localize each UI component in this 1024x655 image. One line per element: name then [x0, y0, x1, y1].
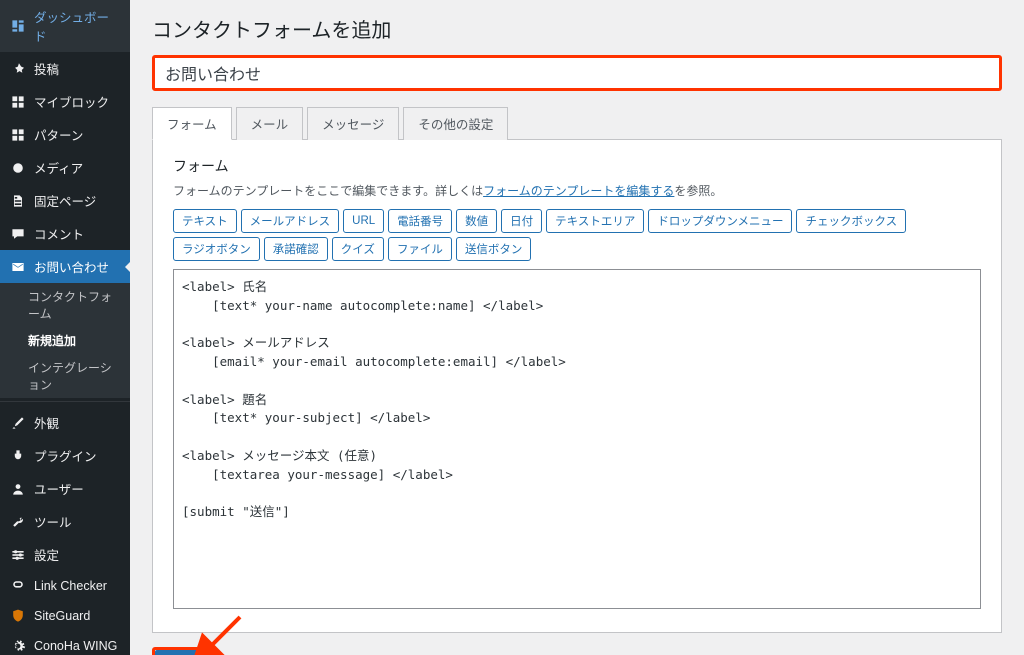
tabs: フォームメールメッセージその他の設定 — [152, 107, 1002, 140]
menu-item-brush[interactable]: 外観 — [0, 406, 130, 439]
menu-item-link[interactable]: Link Checker — [0, 571, 130, 601]
menu-item-grid[interactable]: マイブロック — [0, 85, 130, 118]
submenu-item[interactable]: 新規追加 — [0, 327, 130, 354]
menu-label: お問い合わせ — [34, 257, 109, 276]
menu-label: 外観 — [34, 413, 59, 432]
menu-label: 設定 — [34, 545, 59, 564]
shield-icon — [10, 608, 26, 624]
tool-icon — [10, 514, 26, 530]
menu-label: ユーザー — [34, 479, 84, 498]
admin-sidebar: ダッシュボード投稿マイブロックパターンメディア固定ページコメントお問い合わせ コ… — [0, 0, 130, 655]
tag-button[interactable]: チェックボックス — [796, 209, 906, 233]
menu-label: メディア — [34, 158, 83, 177]
tag-button[interactable]: ファイル — [388, 237, 452, 261]
menu-item-media[interactable]: メディア — [0, 151, 130, 184]
menu-label: Link Checker — [34, 579, 107, 593]
menu-item-gear[interactable]: ConoHa WING — [0, 631, 130, 655]
tab-2[interactable]: メッセージ — [307, 107, 399, 140]
menu-label: コメント — [34, 224, 84, 243]
form-title-input[interactable] — [155, 58, 999, 88]
comment-icon — [10, 226, 26, 242]
menu-item-comment[interactable]: コメント — [0, 217, 130, 250]
submenu-item[interactable]: インテグレーション — [0, 354, 130, 398]
submenu-item[interactable]: コンタクトフォーム — [0, 283, 130, 327]
grid-icon — [10, 127, 26, 143]
grid-icon — [10, 94, 26, 110]
tag-button[interactable]: ドロップダウンメニュー — [648, 209, 792, 233]
menu-label: 投稿 — [34, 59, 59, 78]
menu-item-user[interactable]: ユーザー — [0, 472, 130, 505]
sliders-icon — [10, 547, 26, 563]
menu-label: ダッシュボード — [34, 7, 120, 45]
title-highlight-box — [152, 55, 1002, 91]
mail-icon — [10, 259, 26, 275]
media-icon — [10, 160, 26, 176]
page-title: コンタクトフォームを追加 — [152, 14, 1002, 43]
menu-item-plug[interactable]: プラグイン — [0, 439, 130, 472]
panel-heading: フォーム — [173, 156, 981, 176]
tag-button[interactable]: ラジオボタン — [173, 237, 260, 261]
tag-button[interactable]: 承諾確認 — [264, 237, 328, 261]
panel-description: フォームのテンプレートをここで編集できます。詳しくはフォームのテンプレートを編集… — [173, 182, 981, 199]
menu-label: SiteGuard — [34, 609, 90, 623]
menu-label: マイブロック — [34, 92, 109, 111]
tag-button[interactable]: メールアドレス — [241, 209, 340, 233]
menu-label: パターン — [34, 125, 83, 144]
menu-item-sliders[interactable]: 設定 — [0, 538, 130, 571]
page-icon — [10, 193, 26, 209]
menu-label: プラグイン — [34, 446, 97, 465]
menu-label: ConoHa WING — [34, 639, 117, 653]
menu-item-grid[interactable]: パターン — [0, 118, 130, 151]
dashboard-icon — [10, 18, 26, 34]
tag-button[interactable]: テキストエリア — [546, 209, 644, 233]
tag-button[interactable]: 電話番号 — [388, 209, 452, 233]
tag-button[interactable]: 日付 — [501, 209, 542, 233]
tag-button[interactable]: URL — [343, 209, 384, 233]
menu-item-tool[interactable]: ツール — [0, 505, 130, 538]
menu-label: 固定ページ — [34, 191, 96, 210]
template-help-link[interactable]: フォームのテンプレートを編集する — [483, 184, 674, 198]
gear-icon — [10, 638, 26, 654]
menu-item-dashboard[interactable]: ダッシュボード — [0, 0, 130, 52]
annotation-arrow-icon — [192, 611, 248, 655]
tag-button[interactable]: テキスト — [173, 209, 237, 233]
menu-label: ツール — [34, 512, 72, 531]
tag-button[interactable]: 数値 — [456, 209, 497, 233]
brush-icon — [10, 415, 26, 431]
menu-item-pin[interactable]: 投稿 — [0, 52, 130, 85]
tag-buttons-row: テキストメールアドレスURL電話番号数値日付テキストエリアドロップダウンメニュー… — [173, 209, 981, 261]
form-panel: フォーム フォームのテンプレートをここで編集できます。詳しくはフォームのテンプレ… — [152, 140, 1002, 633]
user-icon — [10, 481, 26, 497]
form-template-textarea[interactable] — [173, 269, 981, 609]
tab-0[interactable]: フォーム — [152, 107, 232, 140]
plug-icon — [10, 448, 26, 464]
menu-item-page[interactable]: 固定ページ — [0, 184, 130, 217]
tag-button[interactable]: クイズ — [332, 237, 384, 261]
menu-item-shield[interactable]: SiteGuard — [0, 601, 130, 631]
tab-1[interactable]: メール — [236, 107, 304, 140]
main-content: コンタクトフォームを追加 フォームメールメッセージその他の設定 フォーム フォー… — [130, 0, 1024, 655]
pin-icon — [10, 61, 26, 77]
tag-button[interactable]: 送信ボタン — [456, 237, 532, 261]
link-icon — [10, 578, 26, 594]
menu-item-mail[interactable]: お問い合わせ — [0, 250, 130, 283]
tab-3[interactable]: その他の設定 — [403, 107, 508, 140]
